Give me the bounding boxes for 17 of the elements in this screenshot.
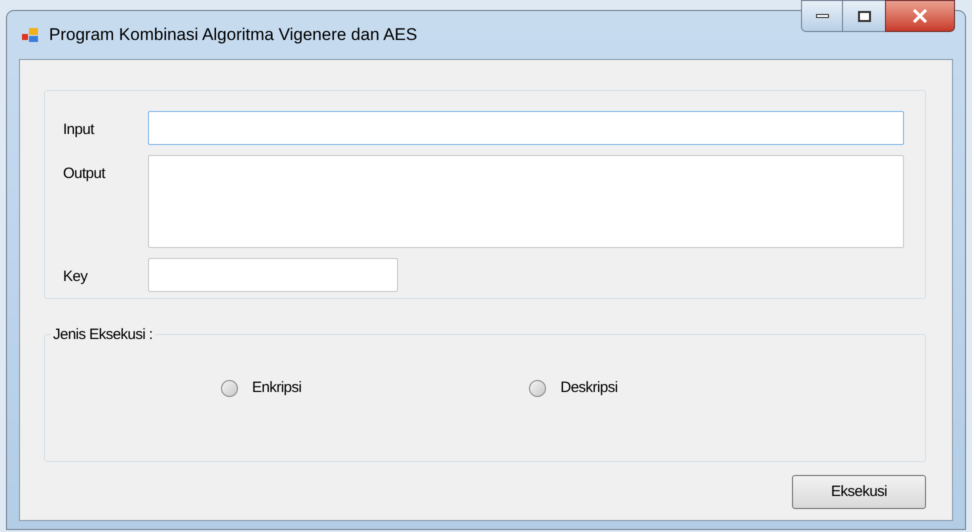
maximize-button[interactable]	[843, 0, 885, 32]
window-title: Program Kombinasi Algoritma Vigenere dan AES	[49, 24, 418, 46]
radio-button[interactable]	[221, 380, 238, 396]
field-label: Key	[63, 267, 89, 287]
radio-button[interactable]	[529, 380, 546, 396]
text-field[interactable]	[148, 258, 398, 292]
radio-label: Deskripsi	[560, 378, 618, 398]
minimize-button[interactable]	[801, 0, 843, 32]
field-label: Output	[63, 164, 106, 184]
close-button[interactable]	[885, 0, 955, 32]
app-icon	[21, 26, 39, 44]
text-area[interactable]	[148, 155, 904, 248]
radio-label: Enkripsi	[252, 378, 302, 398]
text-field[interactable]	[148, 111, 904, 145]
field-label: Input	[63, 120, 96, 140]
execute-button[interactable]: Eksekusi	[792, 475, 926, 509]
close-icon	[912, 9, 928, 23]
